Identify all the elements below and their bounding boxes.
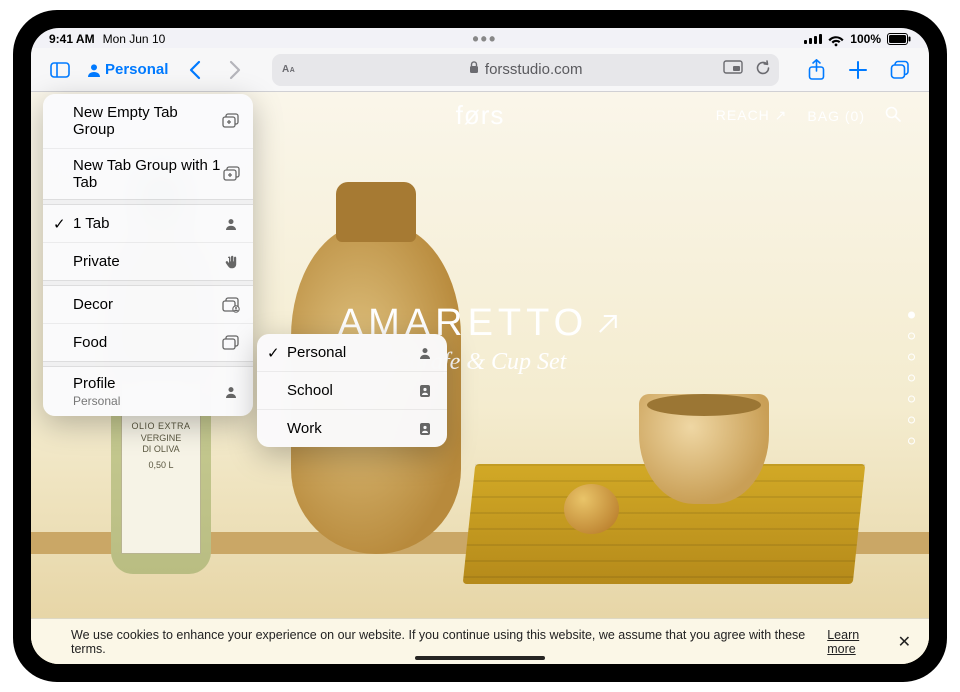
- tabs-icon[interactable]: [885, 55, 915, 85]
- scene-fruit: [564, 484, 619, 534]
- profile-chip-label: Personal: [105, 61, 168, 78]
- hand-icon: [221, 255, 241, 269]
- menu-item-label: Personal: [287, 344, 346, 361]
- menu-private[interactable]: Private: [43, 242, 253, 280]
- menu-item-sublabel: Personal: [73, 394, 120, 408]
- person-icon: [415, 347, 435, 359]
- reload-icon[interactable]: [755, 60, 771, 80]
- cookie-learn-more[interactable]: Learn more: [827, 628, 889, 656]
- site-logo[interactable]: førs: [456, 100, 505, 131]
- status-time: 9:41 AM: [49, 32, 95, 46]
- menu-item-label: Food: [73, 334, 107, 351]
- menu-item-label: School: [287, 382, 333, 399]
- menu-group-decor[interactable]: Decor: [43, 286, 253, 323]
- menu-profile[interactable]: Profile Personal: [43, 367, 253, 416]
- lock-icon: [469, 61, 479, 78]
- sidebar-icon[interactable]: [45, 55, 75, 85]
- safari-toolbar: Personal AA forsstudio.com: [31, 48, 929, 92]
- home-indicator[interactable]: [415, 656, 545, 660]
- arrow-up-right-icon: [594, 310, 622, 338]
- menu-item-label: Profile: [73, 375, 116, 392]
- tab-group-person-icon: [221, 297, 241, 313]
- bag-link[interactable]: BAG (0): [807, 108, 865, 124]
- share-icon[interactable]: [801, 55, 831, 85]
- site-search-icon[interactable]: [885, 106, 901, 125]
- profile-option-personal[interactable]: ✓ Personal: [257, 334, 447, 371]
- tab-group-menu: New Empty Tab Group New Tab Group with 1…: [43, 94, 253, 416]
- page-indicator[interactable]: [908, 312, 915, 445]
- check-icon: ✓: [267, 344, 280, 362]
- menu-item-label: Decor: [73, 296, 113, 313]
- menu-item-label: Private: [73, 253, 120, 270]
- check-icon: ✓: [53, 215, 66, 233]
- profile-option-work[interactable]: Work: [257, 409, 447, 447]
- bottle-label: OLIO EXTRA: [122, 421, 200, 433]
- battery-icon: [887, 33, 911, 45]
- text-size-icon[interactable]: AA: [282, 61, 302, 79]
- tab-group-plus-icon: [221, 113, 241, 129]
- status-bar: 9:41 AM Mon Jun 10 ••• 100%: [31, 28, 929, 48]
- status-date: Mon Jun 10: [103, 32, 166, 46]
- menu-item-label: New Tab Group with 1 Tab: [73, 157, 223, 191]
- id-card-icon: [415, 384, 435, 398]
- url-bar[interactable]: AA forsstudio.com: [272, 54, 779, 86]
- menu-item-label: New Empty Tab Group: [73, 104, 221, 138]
- back-button[interactable]: [180, 55, 210, 85]
- wifi-icon: [828, 33, 844, 45]
- id-card-icon: [415, 422, 435, 436]
- pip-icon[interactable]: [723, 60, 743, 80]
- multitask-dots[interactable]: •••: [472, 36, 497, 42]
- menu-new-empty-tab-group[interactable]: New Empty Tab Group: [43, 94, 253, 148]
- profile-submenu: ✓ Personal School Work: [257, 334, 447, 447]
- menu-item-label: 1 Tab: [73, 215, 109, 232]
- person-icon: [221, 386, 241, 398]
- menu-one-tab[interactable]: ✓ 1 Tab: [43, 205, 253, 242]
- svg-text:A: A: [282, 63, 289, 74]
- menu-item-label: Work: [287, 420, 322, 437]
- forward-button: [220, 55, 250, 85]
- cookie-close-icon[interactable]: ✕: [898, 632, 911, 652]
- reach-link[interactable]: REACH ↗: [716, 107, 788, 124]
- profile-option-school[interactable]: School: [257, 371, 447, 409]
- cookie-text: We use cookies to enhance your experienc…: [71, 628, 817, 656]
- menu-group-food[interactable]: Food: [43, 323, 253, 361]
- url-host: forsstudio.com: [485, 61, 583, 78]
- profile-chip[interactable]: Personal: [87, 61, 168, 78]
- new-tab-icon[interactable]: [843, 55, 873, 85]
- tab-group-plus-icon: [223, 166, 241, 182]
- cell-signal-icon: [804, 34, 822, 44]
- battery-pct: 100%: [850, 32, 881, 46]
- menu-new-tab-group-with[interactable]: New Tab Group with 1 Tab: [43, 148, 253, 199]
- person-icon: [221, 218, 241, 230]
- tab-group-icon: [221, 335, 241, 351]
- svg-text:A: A: [290, 66, 295, 73]
